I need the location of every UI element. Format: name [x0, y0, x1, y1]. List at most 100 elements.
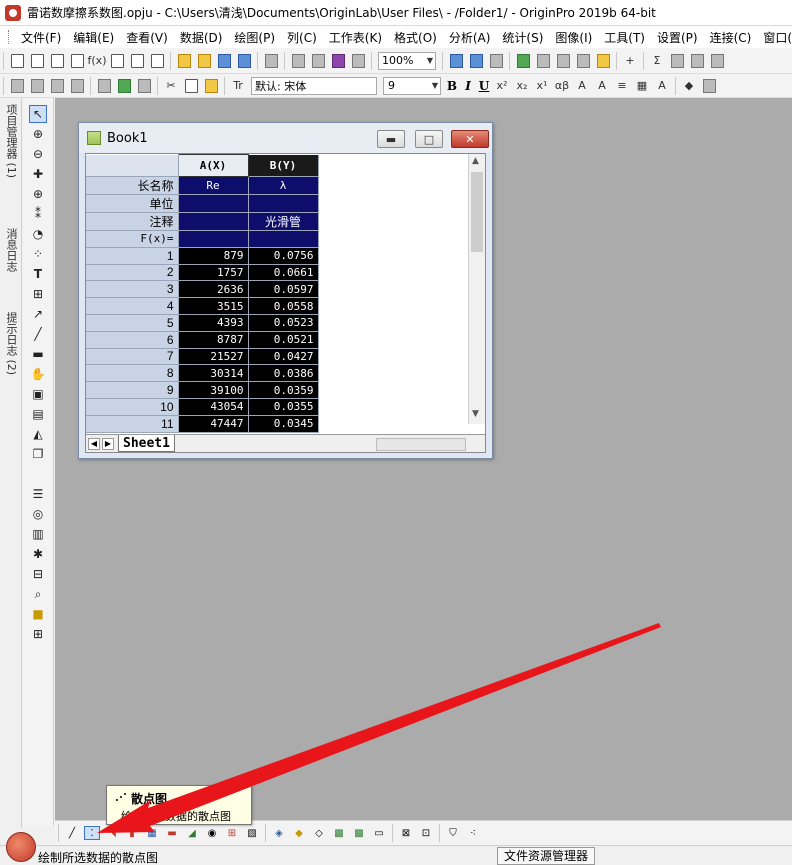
line-symbol-plot-icon[interactable]: ◥ [104, 826, 120, 840]
toolbar-grip[interactable] [58, 824, 59, 842]
cell-a[interactable]: 47447 [178, 415, 249, 433]
sheet-next-icon[interactable]: ▶ [102, 437, 114, 450]
table-icon[interactable]: ☰ [29, 485, 47, 503]
cell-b[interactable]: 0.0523 [248, 314, 319, 332]
code-builder-icon[interactable] [447, 52, 465, 70]
cell-b-formula[interactable] [248, 230, 319, 248]
menu-column[interactable]: 列(C) [281, 27, 323, 48]
scroll-up-icon[interactable]: ▲ [472, 156, 479, 166]
duplicate-icon[interactable] [329, 52, 347, 70]
stat-plot-icon[interactable]: ▭ [371, 826, 387, 840]
bold-icon[interactable]: B [444, 79, 460, 93]
line-tool-icon[interactable]: ╱ [29, 325, 47, 343]
matrix-icon[interactable]: ⊞ [29, 625, 47, 643]
cell-b[interactable]: 0.0355 [248, 398, 319, 416]
sort-icon[interactable] [708, 52, 726, 70]
fill-color-icon[interactable]: ◆ [680, 77, 698, 95]
style-icon[interactable] [700, 77, 718, 95]
bar-plot-icon[interactable]: ▬ [164, 826, 180, 840]
insert-graph-icon[interactable]: ▤ [29, 405, 47, 423]
graph-image-icon[interactable]: ⊠ [398, 826, 414, 840]
cell-a[interactable]: 43054 [178, 398, 249, 416]
new-matrix-icon[interactable] [108, 52, 126, 70]
cell-b[interactable]: 0.0756 [248, 247, 319, 265]
cell-a[interactable]: 3515 [178, 297, 249, 315]
scroll-thumb[interactable] [471, 172, 483, 252]
new-graph-icon[interactable] [68, 52, 86, 70]
sheet-tab[interactable]: Sheet1 [118, 435, 175, 452]
row-number[interactable]: 1 [86, 247, 179, 265]
row-label-comments[interactable]: 注释 [86, 212, 179, 231]
row-number[interactable]: 2 [86, 264, 179, 282]
open-template-icon[interactable] [195, 52, 213, 70]
cut-icon[interactable]: ✂ [162, 77, 180, 95]
cell-a[interactable]: 39100 [178, 381, 249, 399]
menu-statistics[interactable]: 统计(S) [496, 27, 549, 48]
image-tool-icon[interactable]: ▣ [29, 385, 47, 403]
pointer-icon[interactable]: ↖ [29, 105, 47, 123]
new-function-icon[interactable]: f(x) [88, 52, 107, 70]
row-number[interactable]: 8 [86, 364, 179, 383]
column-header-a[interactable]: A(X) [177, 154, 249, 177]
workbook-window[interactable]: Book1 ▬ □ ✕ A(X) B(Y) 长名称 Re λ 单位 注释 光滑管… [78, 122, 493, 459]
add-layer-icon[interactable] [48, 77, 66, 95]
layer-management-icon[interactable] [28, 77, 46, 95]
rectangle-tool-icon[interactable]: ▬ [29, 345, 47, 363]
new-project-icon[interactable] [8, 52, 26, 70]
stacked-plot-icon[interactable]: ▦ [144, 826, 160, 840]
greek-icon[interactable]: αβ [553, 77, 571, 95]
new-notes-icon[interactable] [148, 52, 166, 70]
sum-icon[interactable]: Σ [648, 52, 666, 70]
cell-b-long-name[interactable]: λ [248, 176, 319, 195]
zoom-out-icon[interactable]: ⊖ [29, 145, 47, 163]
align-icon[interactable]: ≡ [613, 77, 631, 95]
menu-grip-handle[interactable] [8, 30, 9, 44]
font-color-icon[interactable]: A [653, 77, 671, 95]
recalculate-icon[interactable] [262, 52, 280, 70]
toolbar-grip[interactable] [3, 51, 4, 70]
row-number[interactable]: 3 [86, 280, 179, 299]
row-label-long-name[interactable]: 长名称 [86, 176, 179, 195]
decrease-font-icon[interactable]: A [593, 77, 611, 95]
cell-a-comments[interactable] [178, 212, 249, 231]
cell-a[interactable]: 879 [178, 247, 249, 265]
menu-data[interactable]: 数据(D) [174, 27, 229, 48]
increase-font-icon[interactable]: A [573, 77, 591, 95]
smart-hint-icon[interactable] [574, 52, 592, 70]
close-button[interactable]: ✕ [451, 130, 489, 148]
3d-wireframe-icon[interactable]: ◇ [311, 826, 327, 840]
screen-reader-icon[interactable]: ✚ [29, 165, 47, 183]
font-size-dropdown[interactable]: 9 ▼ [383, 76, 441, 95]
workbook-title-bar[interactable]: Book1 ▬ □ ✕ [79, 123, 492, 153]
cell-a-long-name[interactable]: Re [178, 176, 249, 195]
message-log-icon[interactable] [554, 52, 572, 70]
3d-surface-icon[interactable]: ◈ [271, 826, 287, 840]
cell-b[interactable]: 0.0386 [248, 364, 319, 383]
print-icon[interactable] [289, 52, 307, 70]
menu-connectivity[interactable]: 连接(C) [704, 27, 758, 48]
circle-icon[interactable]: ◎ [29, 505, 47, 523]
row-number[interactable]: 9 [86, 381, 179, 399]
3d-plot-icon[interactable]: ▧ [244, 826, 260, 840]
star-icon[interactable]: ✱ [29, 545, 47, 563]
region-icon[interactable]: ⊞ [29, 285, 47, 303]
cell-b-units[interactable] [248, 194, 319, 213]
area-plot-icon[interactable]: ◢ [184, 826, 200, 840]
column-stats-icon[interactable] [668, 52, 686, 70]
cell-b[interactable]: 0.0558 [248, 297, 319, 315]
3d-rotate-icon[interactable]: ◭ [29, 425, 47, 443]
refresh-icon[interactable] [349, 52, 367, 70]
3d-bars-icon[interactable]: ◆ [291, 826, 307, 840]
cell-a[interactable]: 4393 [178, 314, 249, 332]
cell-b[interactable]: 0.0345 [248, 415, 319, 433]
project-explorer-icon[interactable] [514, 52, 532, 70]
menu-edit[interactable]: 编辑(E) [67, 27, 120, 48]
cell-b-comments[interactable]: 光滑管 [248, 212, 319, 231]
vertical-scrollbar[interactable]: ▲ ▼ [468, 154, 485, 424]
row-number[interactable]: 7 [86, 348, 179, 366]
cell-b[interactable]: 0.0427 [248, 348, 319, 366]
zoom-dropdown[interactable]: 100% ▼ [378, 51, 436, 70]
new-workbook-icon[interactable] [28, 52, 46, 70]
grid-icon[interactable]: ⊟ [29, 565, 47, 583]
zoom-in-icon[interactable]: ⊕ [29, 125, 47, 143]
